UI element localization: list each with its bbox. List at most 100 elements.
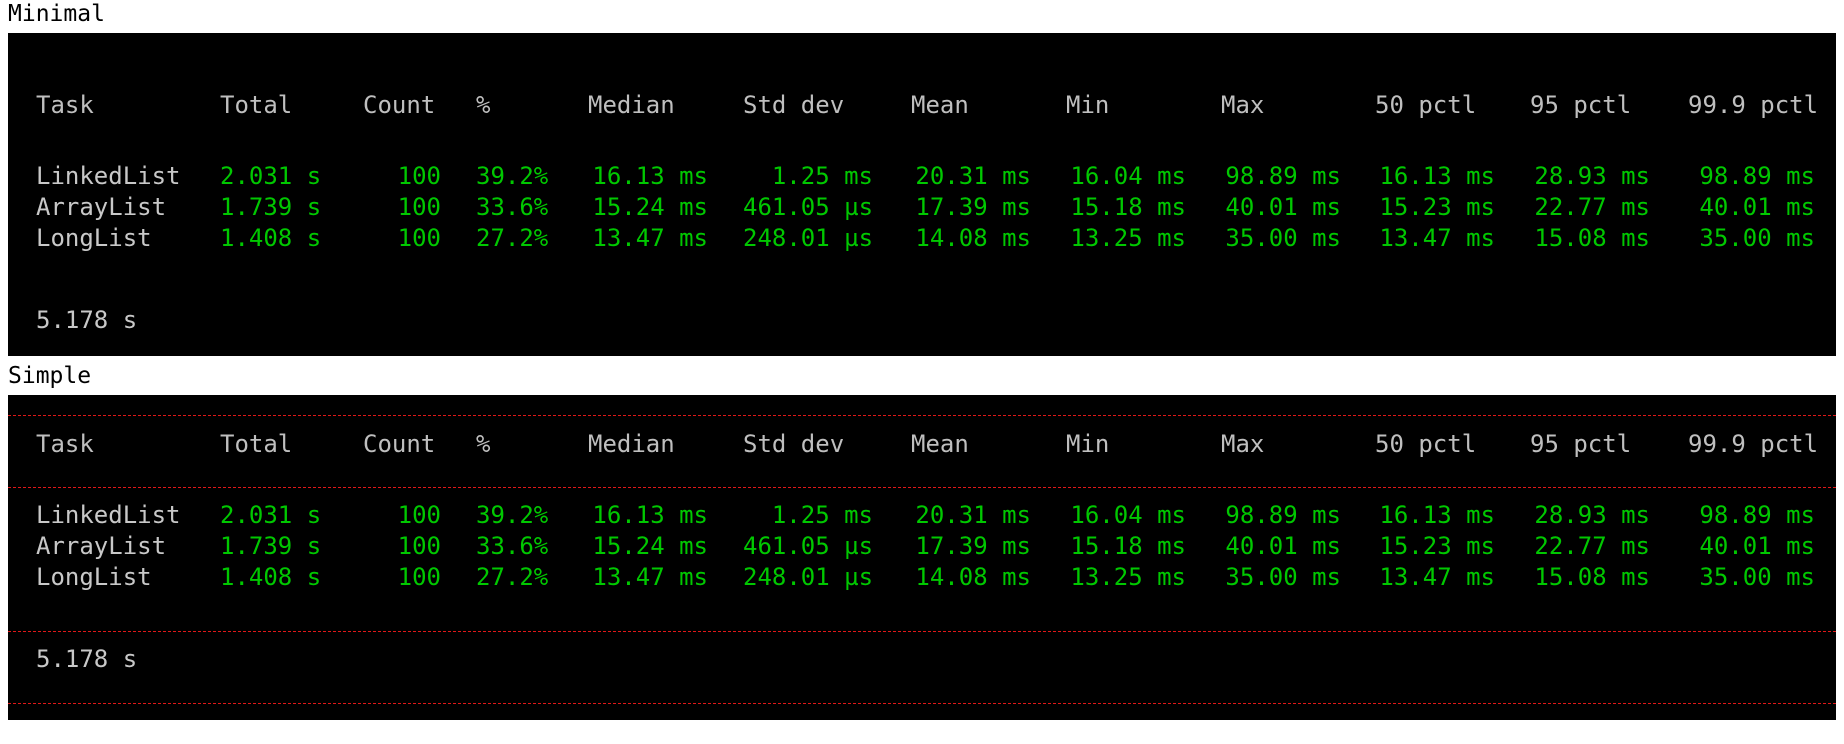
column-header-pctl-95: 95 pctl: [1530, 91, 1632, 119]
cell-pctl-50: 16.13 ms: [1379, 162, 1495, 190]
column-header-min: Min: [1066, 91, 1110, 119]
cell-total: 1.408 s: [220, 563, 322, 591]
cell-percent: 27.2%: [476, 563, 549, 591]
cell-mean: 17.39 ms: [915, 193, 1031, 221]
task-name: LongList: [36, 224, 152, 252]
cell-total: 1.408 s: [220, 224, 322, 252]
terminal-output-minimal: Task Total Count% Median Std dev Mean Min Max 50…: [8, 33, 1836, 356]
column-header-mean: Mean: [911, 91, 969, 119]
cell-percent: 33.6%: [476, 193, 549, 221]
column-header-total: Total: [220, 91, 293, 119]
cell-mean: 14.08 ms: [915, 224, 1031, 252]
cell-min: 16.04 ms: [1070, 501, 1186, 529]
column-header-count: Count: [363, 91, 436, 119]
separator-line: [8, 487, 1836, 488]
column-header-total: Total: [220, 430, 293, 458]
cell-pctl-99-9: 40.01 ms: [1699, 532, 1815, 560]
cell-min: 13.25 ms: [1070, 224, 1186, 252]
cell-mean: 14.08 ms: [915, 563, 1031, 591]
cell-max: 40.01 ms: [1225, 532, 1341, 560]
cell-median: 15.24 ms: [592, 193, 708, 221]
total-time: 5.178 s: [36, 306, 138, 334]
cell-count: 100: [397, 532, 441, 560]
cell-min: 13.25 ms: [1070, 563, 1186, 591]
table-row: ArrayList 1.739 s 100 33.6% 15.24 ms 461.05 µ…: [8, 192, 1836, 222]
cell-percent: 39.2%: [476, 501, 549, 529]
column-header-median: Median: [588, 91, 675, 119]
cell-min: 15.18 ms: [1070, 193, 1186, 221]
task-name: ArrayList: [36, 193, 167, 221]
total-time: 5.178 s: [36, 645, 138, 673]
column-header-max: Max: [1221, 430, 1265, 458]
column-header-std-dev: Std dev: [743, 430, 845, 458]
section-label-minimal: Minimal: [8, 1, 105, 27]
task-name: LinkedList: [36, 162, 181, 190]
cell-std-dev: 461.05 µs: [743, 193, 874, 221]
column-header-pctl-50: 50 pctl: [1375, 91, 1477, 119]
cell-std-dev: 1.25 ms: [771, 162, 873, 190]
cell-total: 2.031 s: [220, 501, 322, 529]
cell-max: 40.01 ms: [1225, 193, 1341, 221]
table-row: LongList 1.408 s 100 27.2% 13.47 ms 248.01 µs…: [8, 562, 1836, 592]
cell-percent: 27.2%: [476, 224, 549, 252]
table-row: ArrayList 1.739 s 100 33.6% 15.24 ms 461.05 µ…: [8, 531, 1836, 561]
cell-mean: 17.39 ms: [915, 532, 1031, 560]
cell-median: 13.47 ms: [592, 563, 708, 591]
cell-count: 100: [397, 224, 441, 252]
cell-percent: 39.2%: [476, 162, 549, 190]
column-header-percent: %: [476, 430, 491, 458]
cell-pctl-50: 13.47 ms: [1379, 224, 1495, 252]
column-header-task: Task: [36, 91, 94, 119]
column-header-pctl-95: 95 pctl: [1530, 430, 1632, 458]
column-header-pctl-50: 50 pctl: [1375, 430, 1477, 458]
cell-min: 15.18 ms: [1070, 532, 1186, 560]
column-header-max: Max: [1221, 91, 1265, 119]
cell-pctl-99-9: 40.01 ms: [1699, 193, 1815, 221]
cell-pctl-95: 22.77 ms: [1534, 532, 1650, 560]
cell-median: 13.47 ms: [592, 224, 708, 252]
column-header-task: Task: [36, 430, 94, 458]
cell-max: 35.00 ms: [1225, 224, 1341, 252]
cell-pctl-95: 15.08 ms: [1534, 563, 1650, 591]
cell-std-dev: 1.25 ms: [771, 501, 873, 529]
column-header-median: Median: [588, 430, 675, 458]
table-row: LongList 1.408 s 100 27.2% 13.47 ms 248.01 µs…: [8, 223, 1836, 253]
column-header-std-dev: Std dev: [743, 91, 845, 119]
cell-count: 100: [397, 501, 441, 529]
column-header-min: Min: [1066, 430, 1110, 458]
terminal-output-simple: Task Total Count% Median Std dev Mean Min Max 50…: [8, 395, 1836, 720]
column-header-count: Count: [363, 430, 436, 458]
cell-pctl-99-9: 35.00 ms: [1699, 563, 1815, 591]
cell-pctl-50: 15.23 ms: [1379, 193, 1495, 221]
table-row: LinkedList 2.031 s 100 39.2% 16.13 ms 1.25 ms…: [8, 500, 1836, 530]
cell-pctl-95: 15.08 ms: [1534, 224, 1650, 252]
cell-mean: 20.31 ms: [915, 162, 1031, 190]
column-header-mean: Mean: [911, 430, 969, 458]
cell-max: 98.89 ms: [1225, 162, 1341, 190]
cell-max: 98.89 ms: [1225, 501, 1341, 529]
cell-total: 1.739 s: [220, 193, 322, 221]
cell-count: 100: [397, 162, 441, 190]
cell-count: 100: [397, 563, 441, 591]
cell-std-dev: 461.05 µs: [743, 532, 874, 560]
cell-total: 2.031 s: [220, 162, 322, 190]
cell-pctl-99-9: 98.89 ms: [1699, 162, 1815, 190]
table-row: LinkedList 2.031 s 100 39.2% 16.13 ms 1.25 ms…: [8, 161, 1836, 191]
cell-median: 16.13 ms: [592, 501, 708, 529]
cell-std-dev: 248.01 µs: [743, 224, 874, 252]
column-header-pctl-99-9: 99.9 pctl: [1688, 91, 1819, 119]
separator-line: [8, 631, 1836, 632]
task-name: ArrayList: [36, 532, 167, 560]
cell-total: 1.739 s: [220, 532, 322, 560]
cell-max: 35.00 ms: [1225, 563, 1341, 591]
separator-line: [8, 415, 1836, 416]
cell-pctl-50: 15.23 ms: [1379, 532, 1495, 560]
task-name: LinkedList: [36, 501, 181, 529]
task-name: LongList: [36, 563, 152, 591]
cell-median: 16.13 ms: [592, 162, 708, 190]
cell-pctl-50: 16.13 ms: [1379, 501, 1495, 529]
cell-percent: 33.6%: [476, 532, 549, 560]
cell-pctl-50: 13.47 ms: [1379, 563, 1495, 591]
cell-pctl-99-9: 35.00 ms: [1699, 224, 1815, 252]
table-header-row: Task Total Count% Median Std dev Mean Min Max 50…: [8, 90, 1836, 120]
